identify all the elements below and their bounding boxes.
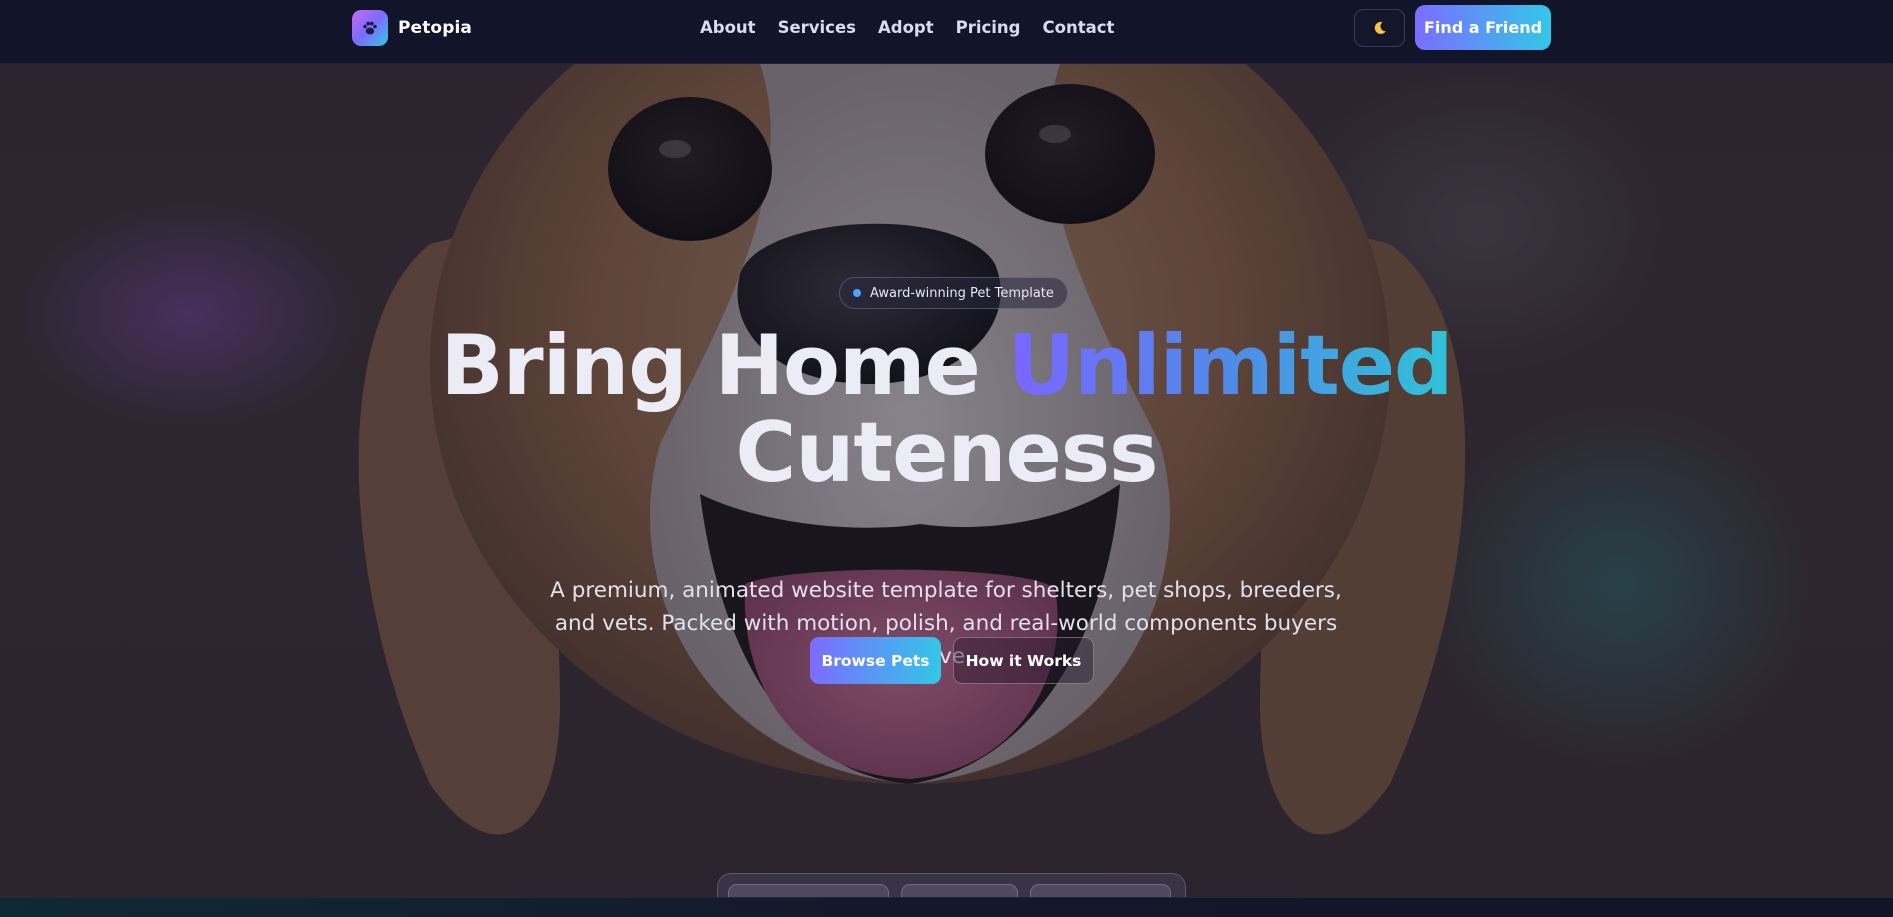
- hero-subtitle: A premium, animated website template for…: [550, 578, 1342, 669]
- nav-link-about[interactable]: About: [700, 16, 756, 40]
- top-navbar: Petopia About Services Adopt Pricing Con…: [0, 0, 1893, 64]
- award-badge: Award-winning Pet Template: [839, 277, 1068, 309]
- browse-pets-button[interactable]: Browse Pets: [810, 637, 941, 684]
- badge-dot-icon: [853, 289, 861, 297]
- stat-chip: [1030, 884, 1171, 897]
- nav-link-contact[interactable]: Contact: [1043, 16, 1115, 40]
- how-it-works-button[interactable]: How it Works: [953, 637, 1094, 684]
- paw-icon: [352, 10, 388, 46]
- hero-title-part2: Cuteness: [735, 404, 1158, 501]
- brand-name: Petopia: [398, 18, 472, 38]
- main-nav: About Services Adopt Pricing Contact: [700, 16, 1136, 40]
- badge-text: Award-winning Pet Template: [870, 285, 1054, 301]
- find-a-friend-button[interactable]: Find a Friend: [1415, 5, 1551, 50]
- brand-home-link[interactable]: Petopia: [352, 10, 472, 46]
- stat-chip: [901, 884, 1018, 897]
- hero-section: Award-winning Pet Template Bring Home Un…: [0, 64, 1893, 897]
- stats-bar: [717, 873, 1186, 897]
- hero-content: Award-winning Pet Template Bring Home Un…: [0, 64, 1893, 897]
- next-section-edge: [0, 897, 1893, 917]
- stat-chip: [728, 884, 889, 897]
- hero-title-accent: Unlimited: [1007, 317, 1454, 414]
- hero-title: Bring Home Unlimited Cuteness: [0, 322, 1893, 496]
- theme-toggle-button[interactable]: [1354, 9, 1405, 47]
- nav-link-pricing[interactable]: Pricing: [956, 16, 1021, 40]
- nav-link-services[interactable]: Services: [778, 16, 856, 40]
- hero-title-part1: Bring Home: [440, 317, 1008, 414]
- nav-link-adopt[interactable]: Adopt: [878, 16, 934, 40]
- moon-icon: [1374, 21, 1386, 34]
